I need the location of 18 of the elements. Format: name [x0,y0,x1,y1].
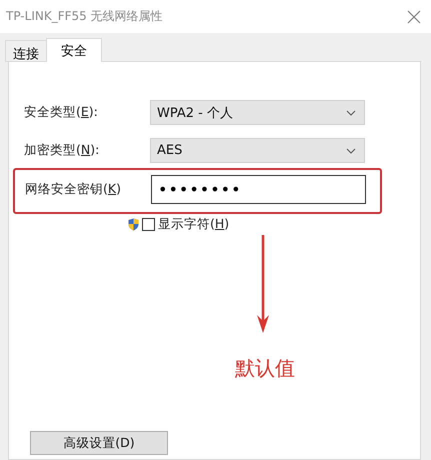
window-title: TP-LINK_FF55 无线网络属性 [6,8,163,25]
field-label: 安全类型(E): [24,104,99,121]
dropdown[interactable]: WPA2 - 个人 [150,100,365,125]
checkbox-label: 显示字符(H) [158,216,230,233]
annotation-text: 默认值 [235,355,295,382]
close-icon[interactable] [407,10,421,24]
chevron-down-icon [346,148,356,154]
dropdown[interactable]: AES [150,138,365,163]
field-label: 加密类型(N): [24,142,100,159]
chevron-down-icon [346,110,356,116]
field-label: 网络安全密钥(K) [25,180,122,198]
checkbox[interactable] [142,218,155,231]
arrow-icon [256,235,270,333]
tab[interactable]: 连接 [5,40,47,62]
password-field[interactable]: •••••••• [151,174,366,204]
tab[interactable]: 安全 [46,38,102,62]
advanced-settings-button[interactable]: 高级设置(D) [30,431,168,455]
shield-icon [128,218,139,231]
